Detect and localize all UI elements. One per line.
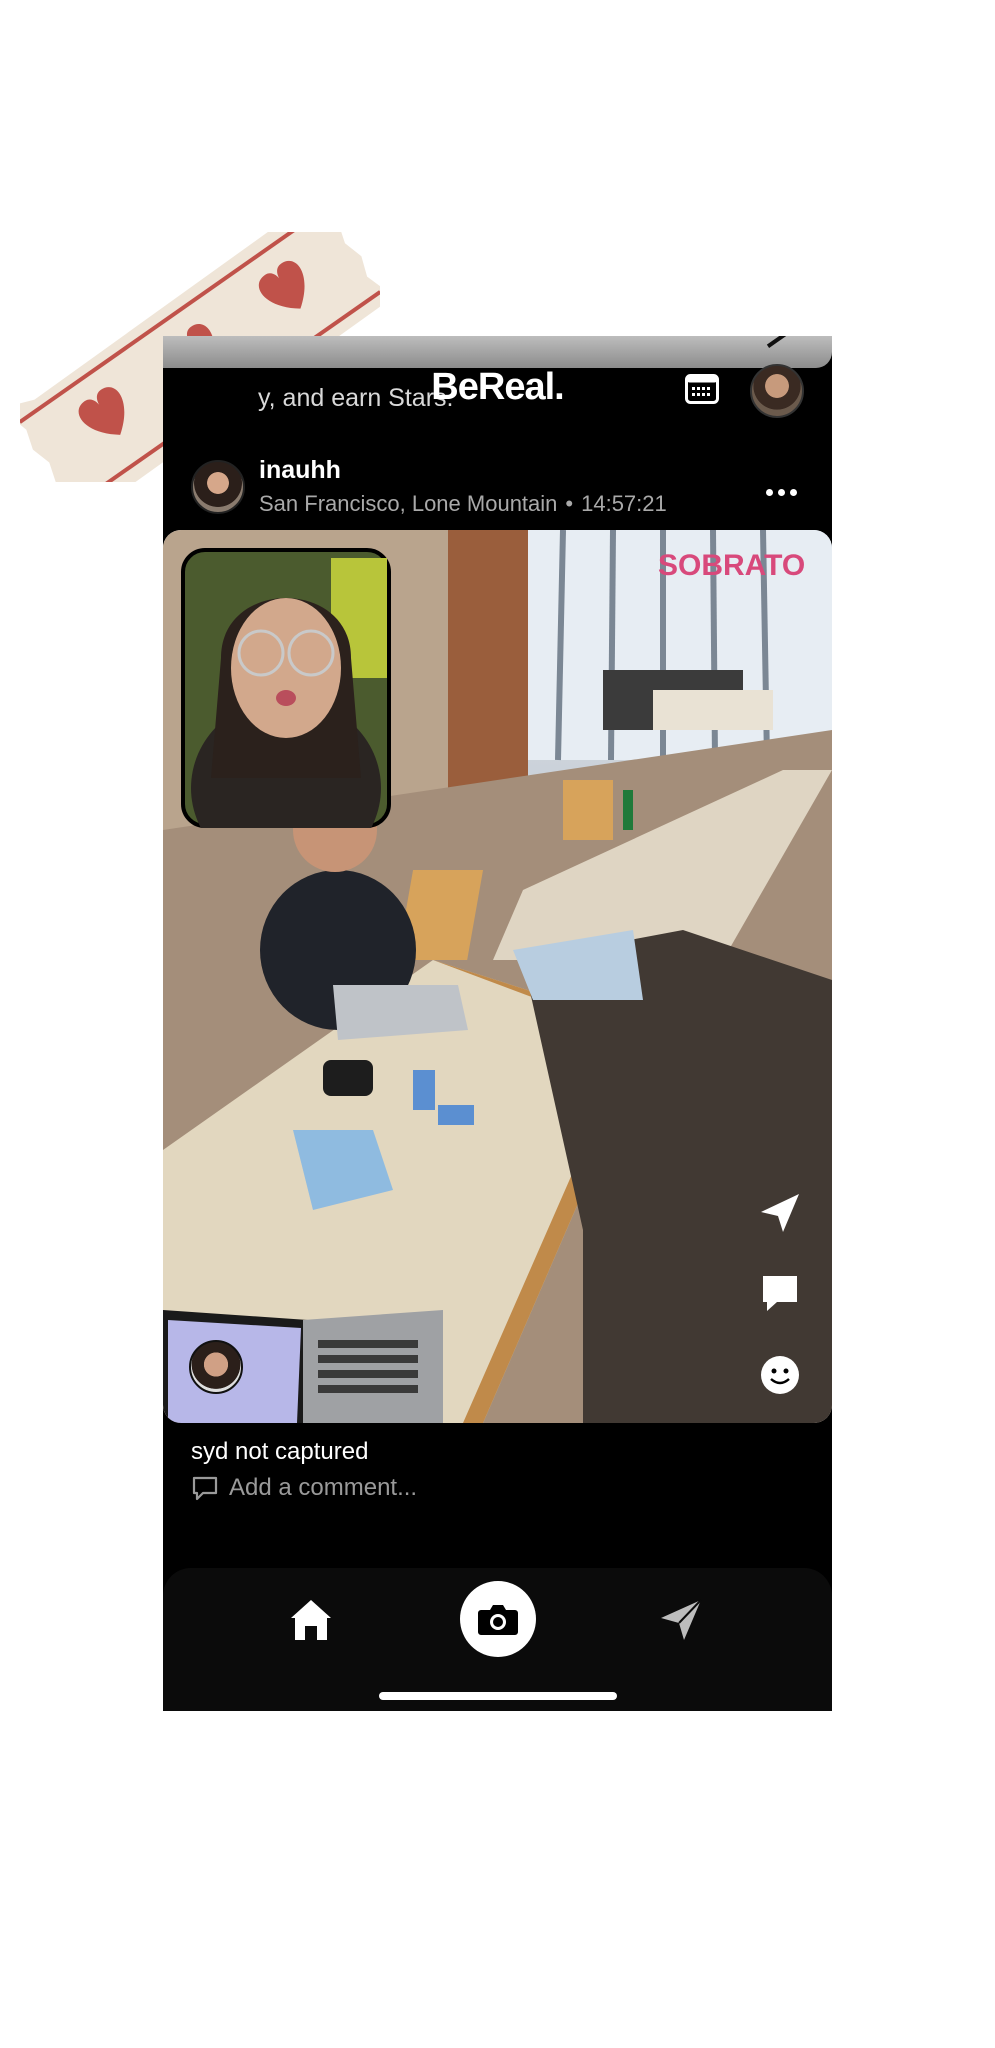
camera-button[interactable] (460, 1581, 536, 1657)
post-caption: syd not captured (191, 1438, 369, 1465)
comment-bubble-icon (192, 1476, 218, 1501)
front-camera-inset[interactable] (181, 548, 391, 828)
post-location[interactable]: San Francisco, Lone Mountain (259, 491, 557, 516)
post-meta: San Francisco, Lone Mountain • 14:57:21 (259, 491, 667, 517)
camera-icon (478, 1605, 518, 1635)
post-username[interactable]: inauhh (259, 456, 341, 485)
add-comment-field[interactable]: Add a comment... (191, 1474, 417, 1502)
post-time: 14:57:21 (581, 491, 667, 516)
meta-separator: • (565, 491, 574, 516)
messages-send-icon[interactable] (657, 1596, 705, 1644)
home-indicator[interactable] (379, 1692, 617, 1700)
comment-icon[interactable] (757, 1270, 803, 1316)
calendar-icon[interactable] (685, 374, 719, 404)
send-icon[interactable] (757, 1190, 803, 1236)
smiley-icon[interactable] (757, 1352, 803, 1398)
post-photo[interactable]: SOBRATO (163, 530, 832, 1423)
bereal-logo: BeReal. (431, 366, 564, 408)
more-options-button[interactable] (766, 482, 806, 502)
tagged-user-avatar[interactable] (189, 1340, 243, 1394)
phone-screen: y, and earn Stars. BeReal. inauhh San Fr… (163, 336, 832, 1711)
bottom-nav-bar (163, 1568, 832, 1711)
comment-placeholder: Add a comment... (229, 1474, 418, 1501)
previous-post-edge (163, 336, 832, 368)
user-avatar[interactable] (191, 460, 245, 514)
svg-text:SOBRATO: SOBRATO (658, 549, 805, 582)
profile-avatar[interactable] (750, 364, 804, 418)
home-icon[interactable] (287, 1596, 335, 1644)
